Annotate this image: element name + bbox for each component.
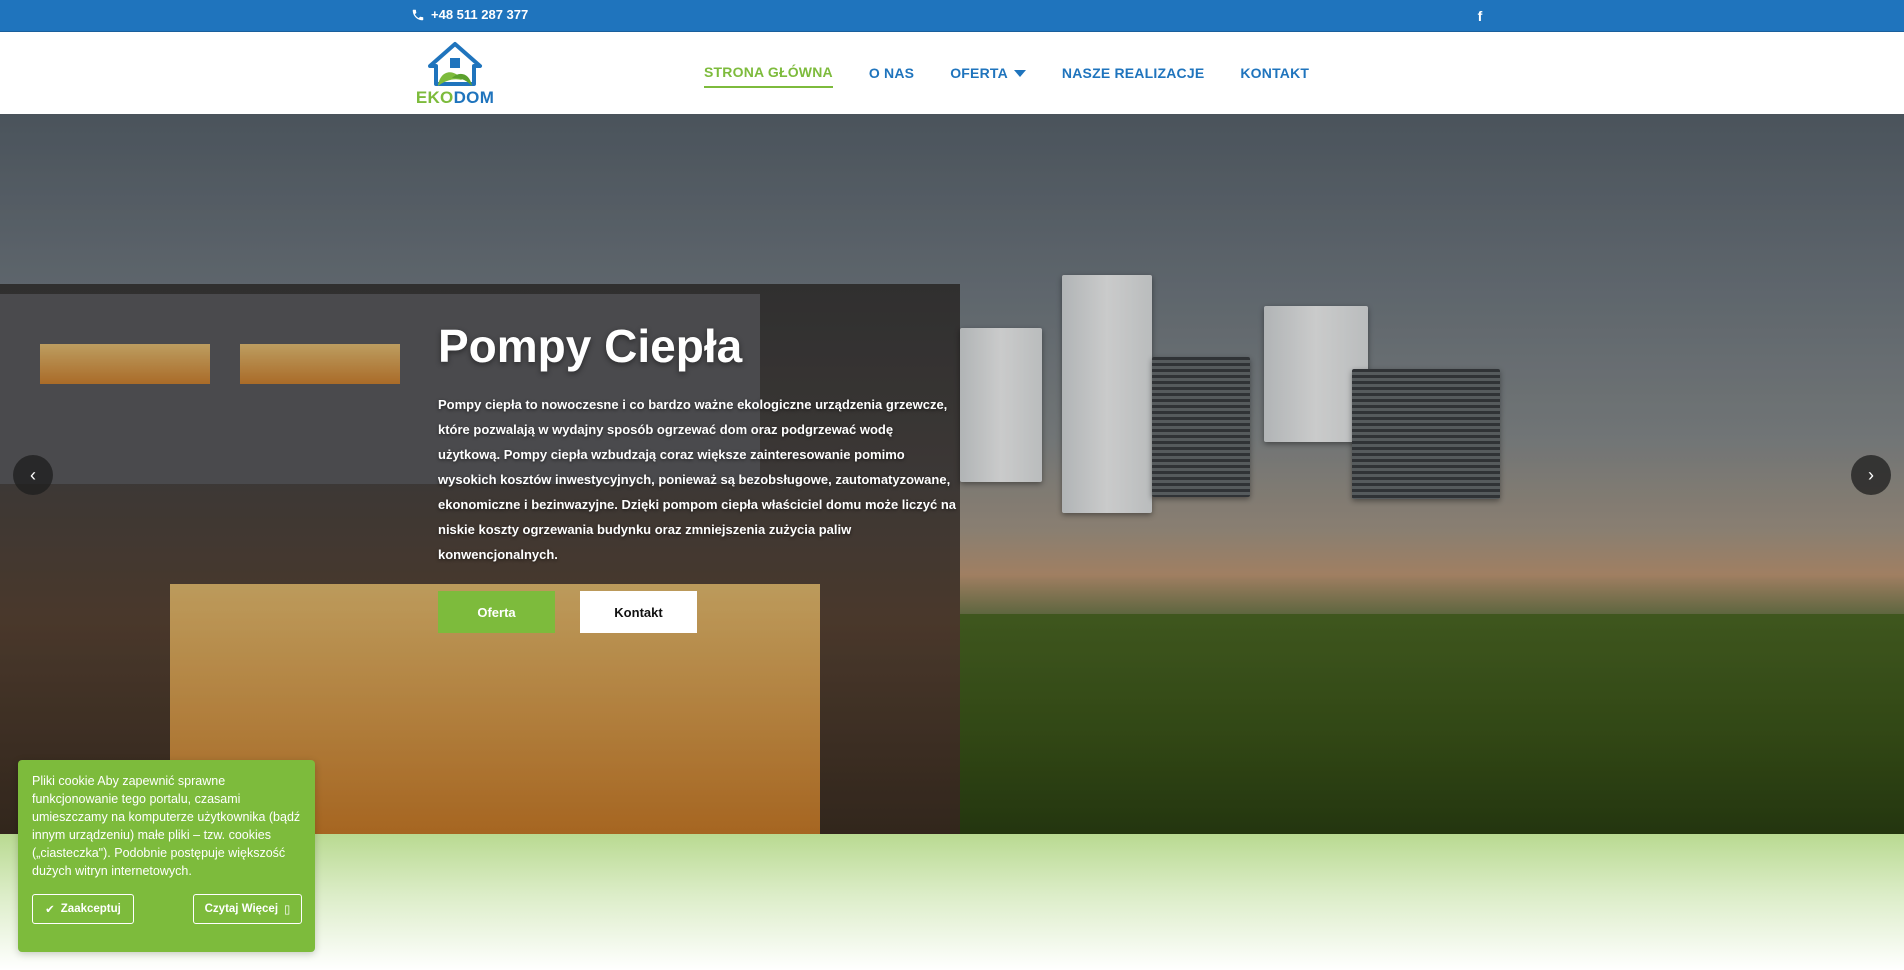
nav-item-offer[interactable]: OFERTA xyxy=(950,64,1026,88)
slider-next-button[interactable]: › xyxy=(1851,455,1891,495)
nav-item-home[interactable]: STRONA GŁÓWNA xyxy=(704,64,833,88)
contact-button[interactable]: Kontakt xyxy=(580,591,697,633)
site-header: EKODOM STRONA GŁÓWNA O NAS OFERTA NASZE … xyxy=(0,32,1904,114)
logo-text: EKODOM xyxy=(415,88,495,107)
hero-description: Pompy ciepła to nowoczesne i co bardzo w… xyxy=(438,397,956,562)
chevron-left-icon: ‹ xyxy=(30,464,36,485)
cookie-accept-button[interactable]: ✔ Zaakceptuj xyxy=(32,894,134,924)
nav-item-about[interactable]: O NAS xyxy=(869,64,914,88)
document-icon: ▯ xyxy=(284,904,291,916)
hero-slider: Pompy Ciepła Pompy ciepła to nowoczesne … xyxy=(0,114,1904,834)
cookie-banner: Pliki cookie Aby zapewnić sprawne funkcj… xyxy=(18,760,315,952)
phone-number: +48 511 287 377 xyxy=(431,7,529,22)
nav-item-realizations[interactable]: NASZE REALIZACJE xyxy=(1062,64,1204,88)
cookie-read-more-button[interactable]: Czytaj Więcej ▯ xyxy=(193,894,302,924)
house-leaf-icon xyxy=(428,42,482,86)
chevron-down-icon xyxy=(1013,69,1026,77)
offer-button[interactable]: Oferta xyxy=(438,591,555,633)
hero-title: Pompy Ciepła xyxy=(438,320,743,372)
site-logo[interactable]: EKODOM xyxy=(410,40,500,110)
check-icon: ✔ xyxy=(45,904,55,916)
chevron-right-icon: › xyxy=(1868,464,1874,485)
cookie-text: Pliki cookie Aby zapewnić sprawne funkcj… xyxy=(32,774,301,878)
slider-prev-button[interactable]: ‹ xyxy=(13,455,53,495)
phone-contact[interactable]: +48 511 287 377 xyxy=(411,7,528,22)
facebook-icon[interactable]: f xyxy=(1470,6,1490,26)
phone-icon xyxy=(412,9,424,20)
main-nav: STRONA GŁÓWNA O NAS OFERTA NASZE REALIZA… xyxy=(704,64,1345,88)
top-bar: +48 511 287 377 f xyxy=(0,0,1904,32)
nav-item-contact[interactable]: KONTAKT xyxy=(1240,64,1309,88)
